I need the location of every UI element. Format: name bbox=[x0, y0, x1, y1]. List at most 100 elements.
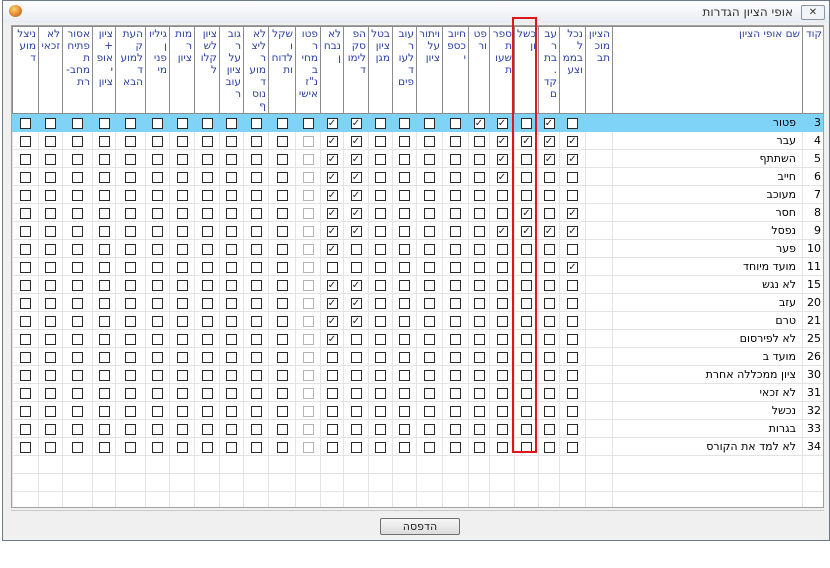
checkbox-unchecked[interactable] bbox=[226, 315, 237, 327]
checkbox-unchecked[interactable] bbox=[350, 423, 362, 435]
checkbox-checked[interactable]: ✓ bbox=[326, 135, 338, 147]
checkbox-unchecked[interactable] bbox=[72, 297, 83, 309]
checkbox-unchecked[interactable] bbox=[302, 423, 314, 435]
checkbox-unchecked[interactable] bbox=[45, 261, 56, 273]
checkbox-unchecked[interactable] bbox=[543, 243, 555, 255]
checkbox-unchecked[interactable] bbox=[473, 153, 485, 165]
checkbox-unchecked[interactable] bbox=[45, 153, 56, 165]
checkbox-unchecked[interactable] bbox=[543, 297, 555, 309]
column-header-code[interactable]: קוד bbox=[802, 26, 823, 114]
checkbox-unchecked[interactable] bbox=[302, 405, 314, 417]
checkbox-checked[interactable]: ✓ bbox=[496, 117, 508, 129]
checkbox-checked[interactable]: ✓ bbox=[521, 207, 532, 219]
checkbox-unchecked[interactable] bbox=[496, 333, 508, 345]
checkbox-unchecked[interactable] bbox=[350, 333, 362, 345]
checkbox-unchecked[interactable] bbox=[302, 207, 314, 219]
checkbox-unchecked[interactable] bbox=[326, 351, 338, 363]
checkbox-unchecked[interactable] bbox=[375, 225, 386, 237]
checkbox-unchecked[interactable] bbox=[375, 171, 386, 183]
checkbox-unchecked[interactable] bbox=[45, 423, 56, 435]
checkbox-unchecked[interactable] bbox=[45, 297, 56, 309]
checkbox-unchecked[interactable] bbox=[399, 189, 410, 201]
checkbox-unchecked[interactable] bbox=[152, 153, 163, 165]
checkbox-unchecked[interactable] bbox=[424, 279, 435, 291]
checkbox-unchecked[interactable] bbox=[302, 315, 314, 327]
column-header-c7[interactable]: חיוב כספי bbox=[442, 26, 469, 114]
checkbox-unchecked[interactable] bbox=[496, 441, 508, 453]
checkbox-unchecked[interactable] bbox=[226, 117, 237, 129]
checkbox-unchecked[interactable] bbox=[450, 225, 461, 237]
checkbox-unchecked[interactable] bbox=[302, 189, 314, 201]
checkbox-unchecked[interactable] bbox=[350, 405, 362, 417]
checkbox-unchecked[interactable] bbox=[424, 423, 435, 435]
checkbox-unchecked[interactable] bbox=[521, 315, 532, 327]
table-row[interactable]: ✓ לא לפירסום 25 bbox=[12, 329, 823, 348]
checkbox-unchecked[interactable] bbox=[496, 207, 508, 219]
checkbox-unchecked[interactable] bbox=[350, 243, 362, 255]
checkbox-unchecked[interactable] bbox=[302, 171, 314, 183]
checkbox-unchecked[interactable] bbox=[72, 279, 83, 291]
table-row[interactable]: ✓ ✓ ✓ ✓ ✓ פטור 3 bbox=[12, 113, 823, 132]
checkbox-unchecked[interactable] bbox=[152, 135, 163, 147]
table-row[interactable]: ✓ מועד מיוחד 11 bbox=[12, 257, 823, 276]
checkbox-unchecked[interactable] bbox=[567, 387, 578, 399]
checkbox-unchecked[interactable] bbox=[450, 171, 461, 183]
checkbox-unchecked[interactable] bbox=[424, 387, 435, 399]
column-header-c16[interactable]: גובר על ציון עובר bbox=[219, 26, 244, 114]
checkbox-unchecked[interactable] bbox=[424, 243, 435, 255]
checkbox-unchecked[interactable] bbox=[250, 135, 262, 147]
checkbox-unchecked[interactable] bbox=[424, 189, 435, 201]
checkbox-unchecked[interactable] bbox=[543, 333, 555, 345]
checkbox-unchecked[interactable] bbox=[399, 117, 410, 129]
checkbox-unchecked[interactable] bbox=[201, 243, 213, 255]
checkbox-unchecked[interactable] bbox=[176, 405, 188, 417]
checkbox-unchecked[interactable] bbox=[152, 171, 163, 183]
checkbox-unchecked[interactable] bbox=[201, 279, 213, 291]
checkbox-unchecked[interactable] bbox=[543, 351, 555, 363]
checkbox-unchecked[interactable] bbox=[276, 243, 288, 255]
column-header-c2[interactable]: נכלל בממוצע bbox=[559, 26, 586, 114]
checkbox-checked[interactable]: ✓ bbox=[350, 135, 362, 147]
checkbox-unchecked[interactable] bbox=[302, 279, 314, 291]
column-header-c22[interactable]: אסור פתיחת מחב- רת bbox=[62, 26, 93, 114]
checkbox-unchecked[interactable] bbox=[250, 297, 262, 309]
checkbox-unchecked[interactable] bbox=[567, 171, 578, 183]
checkbox-unchecked[interactable] bbox=[521, 261, 532, 273]
checkbox-unchecked[interactable] bbox=[450, 153, 461, 165]
checkbox-checked[interactable]: ✓ bbox=[567, 153, 578, 165]
column-header-c12[interactable]: לא נבחן bbox=[320, 26, 344, 114]
checkbox-unchecked[interactable] bbox=[399, 279, 410, 291]
checkbox-unchecked[interactable] bbox=[45, 189, 56, 201]
checkbox-unchecked[interactable] bbox=[250, 405, 262, 417]
checkbox-unchecked[interactable] bbox=[20, 405, 31, 417]
checkbox-unchecked[interactable] bbox=[250, 369, 262, 381]
checkbox-unchecked[interactable] bbox=[226, 135, 237, 147]
print-button[interactable]: הדפסה bbox=[380, 518, 460, 535]
checkbox-unchecked[interactable] bbox=[125, 423, 136, 435]
checkbox-unchecked[interactable] bbox=[399, 315, 410, 327]
checkbox-unchecked[interactable] bbox=[125, 207, 136, 219]
checkbox-checked[interactable]: ✓ bbox=[326, 117, 338, 129]
checkbox-unchecked[interactable] bbox=[521, 387, 532, 399]
checkbox-unchecked[interactable] bbox=[152, 207, 163, 219]
checkbox-unchecked[interactable] bbox=[125, 351, 136, 363]
checkbox-unchecked[interactable] bbox=[375, 279, 386, 291]
checkbox-unchecked[interactable] bbox=[72, 351, 83, 363]
table-row[interactable]: נכשל 32 bbox=[12, 401, 823, 420]
checkbox-unchecked[interactable] bbox=[201, 369, 213, 381]
checkbox-unchecked[interactable] bbox=[399, 225, 410, 237]
checkbox-unchecked[interactable] bbox=[201, 171, 213, 183]
checkbox-unchecked[interactable] bbox=[424, 297, 435, 309]
checkbox-unchecked[interactable] bbox=[20, 153, 31, 165]
checkbox-unchecked[interactable] bbox=[98, 369, 110, 381]
column-header-c1[interactable]: הציון מוכתב bbox=[585, 26, 613, 114]
checkbox-unchecked[interactable] bbox=[72, 153, 83, 165]
checkbox-unchecked[interactable] bbox=[20, 441, 31, 453]
checkbox-unchecked[interactable] bbox=[152, 189, 163, 201]
checkbox-unchecked[interactable] bbox=[176, 351, 188, 363]
checkbox-unchecked[interactable] bbox=[20, 369, 31, 381]
checkbox-unchecked[interactable] bbox=[72, 387, 83, 399]
checkbox-unchecked[interactable] bbox=[250, 423, 262, 435]
checkbox-checked[interactable]: ✓ bbox=[350, 225, 362, 237]
checkbox-unchecked[interactable] bbox=[250, 243, 262, 255]
